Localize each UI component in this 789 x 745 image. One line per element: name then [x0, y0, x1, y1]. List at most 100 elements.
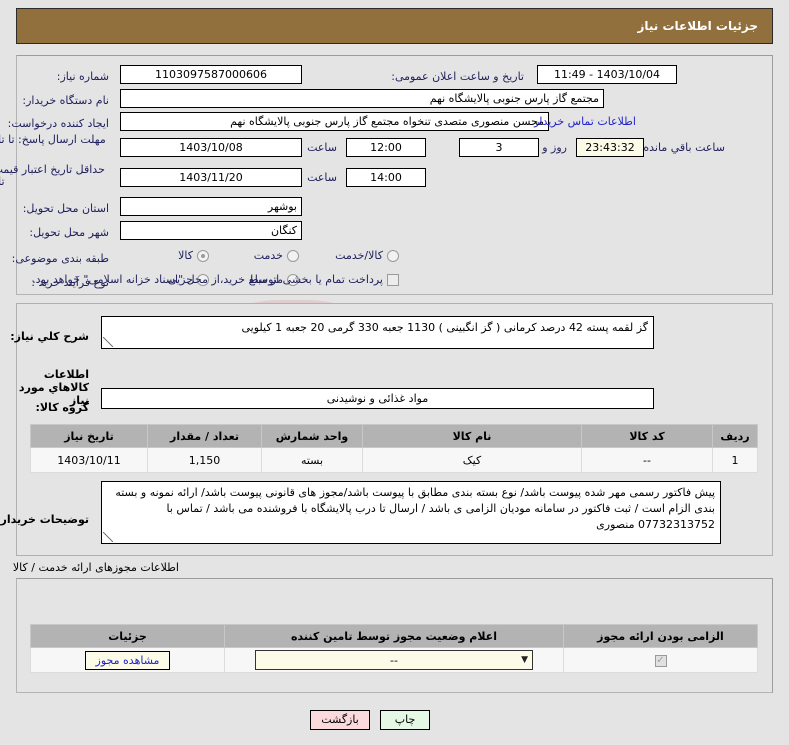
province-label-row: استان محل تحویل:	[23, 198, 109, 220]
validity-time-value: 14:00	[370, 171, 402, 184]
deadline-date-value: 1403/10/08	[179, 141, 243, 154]
city-field[interactable]: کنگان	[120, 221, 302, 240]
permits-cell-details: مشاهده مجوز	[30, 647, 225, 673]
requester-label-row: ایجاد کننده درخواست:	[8, 113, 109, 135]
chevron-down-icon: ▼	[521, 655, 528, 665]
deadline-time-value: 12:00	[370, 141, 402, 154]
goods-col-code: کد کالا	[581, 424, 713, 448]
summary-textarea[interactable]: گز لقمه پسته 42 درصد کرمانی ( گز انگبینی…	[101, 316, 654, 349]
province-value: بوشهر	[267, 200, 297, 213]
category-radio-khedmat[interactable]: خدمت	[242, 249, 299, 262]
permits-section-title: اطلاعات مجوزهای ارائه خدمت / کالا	[12, 561, 179, 574]
requester-value: محسن منصوری متصدی تنخواه مجتمع گاز پارس …	[230, 115, 544, 128]
group-value: مواد غذائی و نوشیدنی	[326, 392, 429, 405]
countdown-unit-label: ساعت باقي مانده	[643, 141, 725, 154]
goods-cell-quantity: 1,150	[147, 447, 262, 473]
category-radio-kala-khedmat[interactable]: کالا/خدمت	[323, 249, 399, 262]
treasury-checkbox-label: پرداخت تمام یا بخشی از مبلغ خرید،از محل …	[32, 273, 383, 286]
summary-value: گز لقمه پسته 42 درصد کرمانی ( گز انگبینی…	[241, 321, 649, 334]
goods-col-row: ردیف	[712, 424, 758, 448]
validity-date-field[interactable]: 1403/11/20	[120, 168, 302, 187]
page-header: جزئیات اطلاعات نیاز	[16, 8, 773, 44]
province-label: استان محل تحویل:	[22, 202, 109, 215]
validity-time-field[interactable]: 14:00	[346, 168, 426, 187]
summary-label-row: شرح کلي نیاز:	[10, 325, 89, 347]
city-value: کنگان	[270, 224, 297, 237]
buyer-contact-link[interactable]: اطلاعات تماس خریدار	[534, 115, 636, 128]
permits-cell-status: ▼ --	[224, 647, 564, 673]
days-remaining-field[interactable]: 3	[459, 138, 539, 157]
validity-label-row: حداقل تاریخ اعتبار قیمت: تا تاریخ:	[0, 164, 109, 188]
buyer-org-value: مجتمع گاز پارس جنوبی پالایشگاه نهم	[429, 92, 599, 105]
buyer-notes-value: پیش فاکتور رسمی مهر شده پیوست باشد/ نوع …	[115, 486, 715, 531]
city-label: شهر محل تحویل:	[29, 226, 109, 239]
notes-label: توضیحات خریدار:	[0, 512, 89, 526]
summary-label: شرح کلي نیاز:	[10, 329, 89, 343]
permits-table-header-row: الزامی بودن ارائه مجوز اعلام وضعیت مجوز …	[30, 624, 758, 648]
need-number-label-row: شماره نیاز:	[57, 66, 109, 88]
group-label-row: گروه کالا:	[35, 396, 89, 418]
goods-cell-date: 1403/10/11	[30, 447, 148, 473]
goods-table: ردیف کد کالا نام کالا واحد شمارش تعداد /…	[30, 424, 758, 473]
check-icon: ✓	[654, 654, 667, 667]
category-radio-kala[interactable]: کالا	[166, 249, 209, 262]
goods-cell-name: کیک	[362, 447, 582, 473]
announce-datetime-field[interactable]: 1403/10/04 - 11:49	[537, 65, 677, 84]
requester-field[interactable]: محسن منصوری متصدی تنخواه مجتمع گاز پارس …	[120, 112, 549, 131]
permits-table: الزامی بودن ارائه مجوز اعلام وضعیت مجوز …	[30, 624, 758, 673]
view-permit-button[interactable]: مشاهده مجوز	[84, 650, 171, 670]
page-root: جزئیات اطلاعات نیاز ariatender.net شماره…	[0, 0, 789, 745]
back-button[interactable]: بازگشت	[310, 710, 370, 730]
goods-col-date: تاریخ نیاز	[30, 424, 148, 448]
goods-col-name: نام کالا	[362, 424, 582, 448]
table-row: ✓ ▼ -- مشاهده مجوز	[30, 647, 758, 673]
province-field[interactable]: بوشهر	[120, 197, 302, 216]
deadline-date-field[interactable]: 1403/10/08	[120, 138, 302, 157]
permits-col-required: الزامی بودن ارائه مجوز	[563, 624, 758, 648]
goods-col-quantity: تعداد / مقدار	[147, 424, 262, 448]
days-unit-label: روز و	[542, 141, 567, 154]
goods-cell-row: 1	[712, 447, 758, 473]
category-option-2-label: کالا/خدمت	[335, 249, 383, 262]
notes-label-row: توضیحات خریدار:	[0, 508, 89, 530]
radio-icon-selected[interactable]	[197, 249, 209, 262]
goods-cell-code: --	[581, 447, 713, 473]
buyer-org-label-row: نام دستگاه خریدار:	[22, 90, 109, 112]
announce-label-row: تاریخ و ساعت اعلان عمومی:	[391, 66, 524, 88]
buyer-notes-textarea[interactable]: پیش فاکتور رسمی مهر شده پیوست باشد/ نوع …	[101, 481, 721, 544]
need-number-field[interactable]: 1103097587000606	[120, 65, 302, 84]
buyer-org-label: نام دستگاه خریدار:	[22, 94, 109, 107]
radio-icon[interactable]	[287, 249, 299, 262]
group-label: گروه کالا:	[35, 400, 89, 414]
category-option-1-label: خدمت	[253, 249, 283, 262]
group-field[interactable]: مواد غذائی و نوشیدنی	[101, 388, 654, 409]
permit-status-select[interactable]: ▼ --	[255, 650, 533, 670]
countdown-field: 23:43:32	[576, 138, 644, 157]
category-label-row: طبقه بندی موضوعی:	[12, 248, 109, 270]
permits-col-status: اعلام وضعیت مجوز توسط تامین کننده	[224, 624, 564, 648]
page-title: جزئیات اطلاعات نیاز	[637, 19, 758, 33]
validity-hour-label: ساعت	[307, 171, 337, 184]
category-label: طبقه بندی موضوعی:	[11, 252, 109, 265]
days-remaining-value: 3	[495, 141, 503, 154]
treasury-checkbox-row[interactable]: پرداخت تمام یا بخشی از مبلغ خرید،از محل …	[20, 273, 399, 286]
radio-icon[interactable]	[387, 249, 399, 262]
requester-label: ایجاد کننده درخواست:	[7, 117, 109, 130]
need-number-label: شماره نیاز:	[56, 70, 109, 83]
permit-status-value: --	[390, 653, 398, 667]
table-row: 1 -- کیک بسته 1,150 1403/10/11	[30, 447, 758, 473]
city-label-row: شهر محل تحویل:	[29, 222, 109, 244]
checkbox-icon[interactable]	[387, 273, 399, 286]
buyer-org-field[interactable]: مجتمع گاز پارس جنوبی پالایشگاه نهم	[120, 89, 604, 108]
permits-cell-required: ✓	[563, 647, 758, 673]
deadline-label: مهلت ارسال پاسخ: تا تاریخ:	[0, 133, 106, 146]
announce-datetime-value: 1403/10/04 - 11:49	[553, 68, 661, 81]
print-button[interactable]: چاپ	[380, 710, 430, 730]
deadline-time-field[interactable]: 12:00	[346, 138, 426, 157]
need-number-value: 1103097587000606	[155, 68, 267, 81]
announce-datetime-label: تاریخ و ساعت اعلان عمومی:	[391, 70, 524, 83]
deadline-hour-label: ساعت	[307, 141, 337, 154]
deadline-label-row: مهلت ارسال پاسخ: تا تاریخ:	[0, 134, 109, 146]
goods-table-header-row: ردیف کد کالا نام کالا واحد شمارش تعداد /…	[30, 424, 758, 448]
category-option-0-label: کالا	[178, 249, 193, 262]
